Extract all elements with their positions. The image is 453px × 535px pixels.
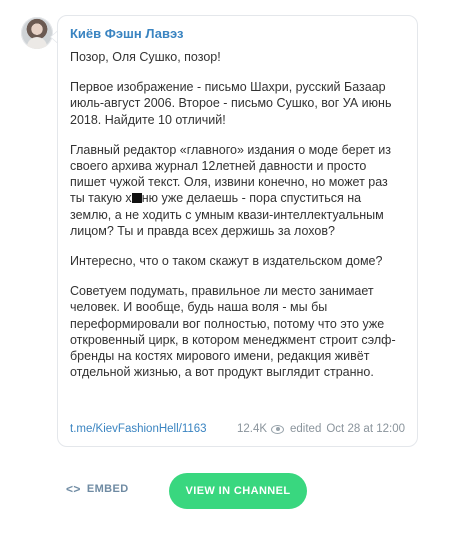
embed-label: EMBED bbox=[86, 483, 129, 495]
channel-avatar[interactable] bbox=[21, 17, 53, 49]
post-card: Киёв Фэшн Лавэз Позор, Оля Сушко, позор!… bbox=[57, 15, 418, 447]
embed-button[interactable]: <> EMBED bbox=[66, 482, 129, 496]
censor-block bbox=[131, 193, 142, 204]
avatar-figure bbox=[27, 37, 47, 49]
post-meta: t.me/KievFashionHell/1163 12.4K edited O… bbox=[70, 421, 405, 437]
post-paragraph-1: Позор, Оля Сушко, позор! bbox=[70, 50, 221, 64]
post-actions: <> EMBED VIEW IN CHANNEL bbox=[62, 473, 423, 509]
view-in-channel-button[interactable]: VIEW IN CHANNEL bbox=[169, 473, 307, 509]
post-paragraph-3: Главный редактор «главного» издания о мо… bbox=[70, 142, 405, 239]
post-link[interactable]: t.me/KievFashionHell/1163 bbox=[70, 423, 207, 435]
views-count: 12.4K bbox=[236, 423, 268, 435]
edited-label: edited bbox=[290, 423, 322, 435]
eye-icon bbox=[271, 424, 285, 434]
post-paragraph-4: Интересно, что о таком скажут в издатель… bbox=[70, 254, 383, 269]
channel-name-link[interactable]: Киёв Фэшн Лавэз bbox=[70, 26, 405, 42]
post-date: Oct 28 at 12:00 bbox=[326, 423, 405, 435]
post-paragraph-5: Советуем подумать, правильное ли место з… bbox=[70, 284, 396, 380]
code-icon: <> bbox=[66, 482, 81, 496]
post-paragraph-2: Первое изображение - письмо Шахри, русск… bbox=[70, 80, 392, 127]
